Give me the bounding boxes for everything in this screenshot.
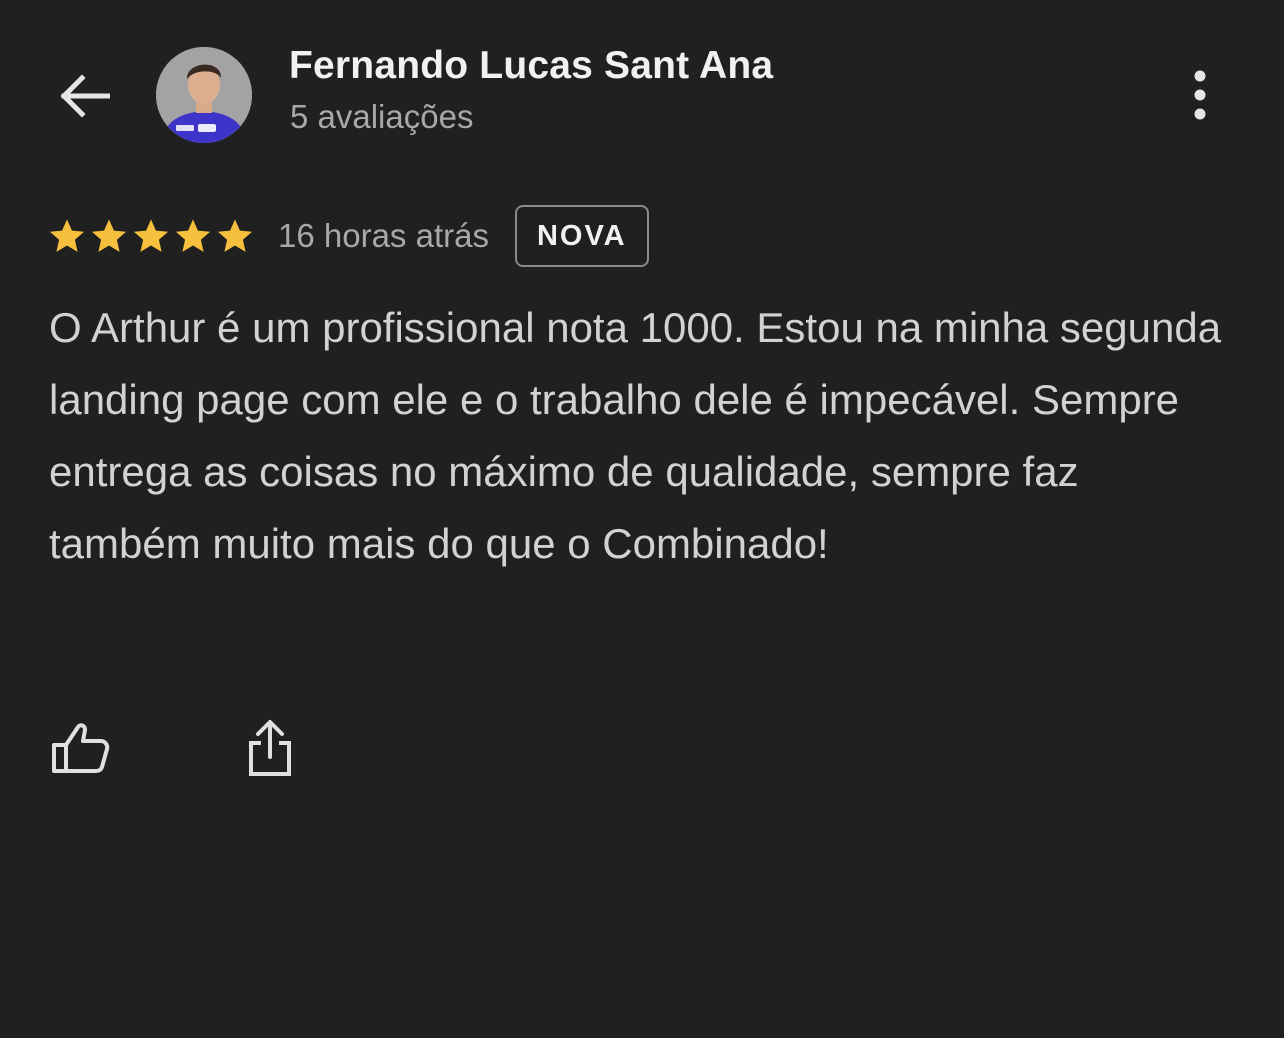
reviewer-name: Fernando Lucas Sant Ana	[289, 44, 774, 87]
avatar-photo	[156, 47, 252, 143]
review-header: Fernando Lucas Sant Ana 5 avaliações	[0, 0, 1284, 180]
star-icon	[49, 219, 85, 252]
back-button[interactable]	[52, 64, 116, 128]
star-rating	[48, 217, 254, 255]
star-icon	[133, 219, 169, 252]
review-count: 5 avaliações	[290, 98, 474, 135]
arrow-left-icon	[60, 74, 110, 118]
new-badge: NOVA	[514, 205, 649, 267]
more-vertical-icon	[1194, 70, 1206, 120]
share-icon	[249, 720, 291, 776]
like-button[interactable]	[44, 712, 116, 784]
rating-row: 16 horas atrás NOVA	[48, 203, 649, 269]
avatar[interactable]	[156, 47, 252, 143]
share-button[interactable]	[236, 712, 304, 784]
star-icon	[175, 219, 211, 252]
thumbs-up-icon	[52, 723, 110, 773]
review-text: O Arthur é um profissional nota 1000. Es…	[49, 304, 1222, 567]
star-icon	[217, 219, 253, 252]
review-time: 16 horas atrás	[278, 217, 489, 254]
star-icon	[91, 219, 127, 252]
more-options-button[interactable]	[1170, 62, 1230, 128]
